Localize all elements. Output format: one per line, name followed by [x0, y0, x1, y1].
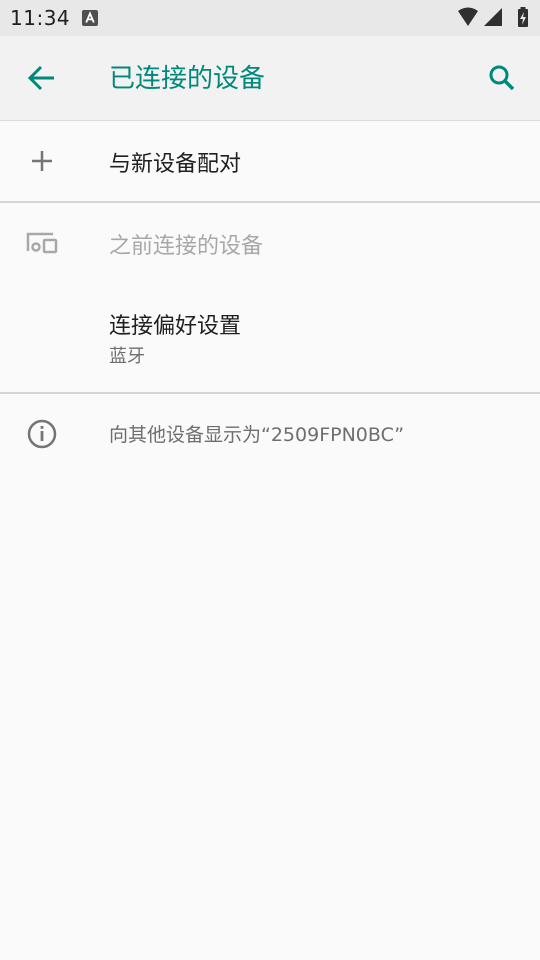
connection-preferences-row[interactable]: 连接偏好设置 蓝牙: [0, 290, 540, 390]
devices-icon: [22, 223, 62, 263]
connection-preferences-sublabel: 蓝牙: [109, 346, 145, 367]
info-icon: [22, 414, 62, 454]
cell-signal-icon: [484, 8, 502, 26]
search-button[interactable]: [482, 58, 522, 98]
search-icon: [489, 65, 515, 91]
pair-new-device-row[interactable]: 与新设备配对: [0, 121, 540, 202]
status-right-icons: [456, 6, 532, 30]
a-box-icon: [82, 10, 98, 26]
status-time: 11:34: [10, 6, 71, 30]
app-bar: [0, 36, 540, 120]
visible-as-label: 向其他设备显示为“2509FPN0BC”: [109, 424, 405, 446]
previously-connected-label: 之前连接的设备: [109, 234, 264, 259]
plus-icon: [22, 141, 62, 181]
status-bar: 11:34: [0, 0, 540, 36]
connection-preferences-label: 连接偏好设置: [109, 314, 242, 339]
previously-connected-row[interactable]: 之前连接的设备: [0, 203, 540, 283]
pair-new-device-label: 与新设备配对: [109, 152, 242, 177]
page-title: 已连接的设备: [109, 64, 266, 94]
battery-charging-icon: [518, 7, 528, 27]
divider: [0, 392, 540, 394]
visible-as-info-row: 向其他设备显示为“2509FPN0BC”: [0, 396, 540, 472]
back-button[interactable]: [22, 58, 62, 98]
arrow-back-icon: [27, 65, 54, 91]
wifi-icon: [458, 7, 478, 26]
